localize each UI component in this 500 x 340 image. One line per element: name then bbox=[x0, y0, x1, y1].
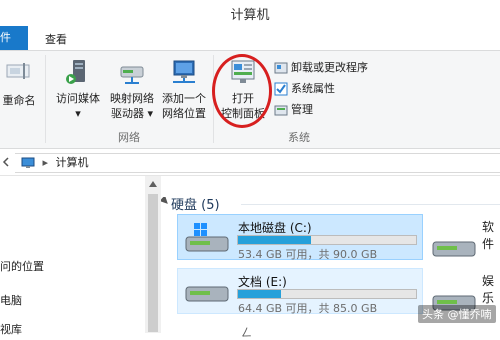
add-location-label-2: 网络位置 bbox=[162, 107, 206, 120]
manage-icon bbox=[274, 103, 288, 117]
drive-e-usage-fill bbox=[238, 290, 281, 298]
access-media-label-2: ▾ bbox=[75, 107, 81, 120]
rename-icon bbox=[6, 63, 30, 79]
breadcrumb-separator: ▸ bbox=[42, 156, 49, 169]
system-properties-button[interactable]: 系统属性 bbox=[274, 80, 335, 98]
drive-c-name: 本地磁盘 (C:) bbox=[238, 221, 312, 235]
drive-e-usage-bar bbox=[237, 289, 417, 299]
nav-scrollbar[interactable] bbox=[145, 176, 161, 333]
network-location-icon bbox=[173, 60, 195, 83]
collapse-icon[interactable] bbox=[161, 197, 169, 205]
breadcrumb-computer[interactable]: 计算机 bbox=[56, 156, 89, 169]
drive-entertainment-name[interactable]: 娱乐 bbox=[482, 272, 500, 306]
window-title: 计算机 bbox=[230, 8, 270, 23]
manage-button[interactable]: 管理 bbox=[274, 101, 313, 119]
system-group-label: 系统 bbox=[288, 131, 310, 144]
nav-item-computer[interactable]: 电脑 bbox=[0, 292, 22, 308]
partial-item-label: ㄥ bbox=[241, 326, 252, 339]
computer-icon bbox=[21, 157, 35, 169]
navigation-pane: 问的位置 电脑 视库 bbox=[0, 176, 145, 336]
uninstall-program-label: 卸载或更改程序 bbox=[291, 61, 368, 74]
programs-icon bbox=[274, 61, 288, 75]
windows-drive-icon bbox=[185, 223, 229, 252]
system-properties-label: 系统属性 bbox=[291, 82, 335, 95]
drive-e[interactable]: 文档 (E:) 64.4 GB 可用，共 85.0 GB bbox=[177, 268, 423, 315]
add-network-location-button[interactable]: 添加一个 网络位置 bbox=[158, 57, 210, 121]
drive-e-info: 64.4 GB 可用，共 85.0 GB bbox=[238, 302, 378, 315]
uninstall-program-button[interactable]: 卸载或更改程序 bbox=[274, 59, 368, 77]
section-divider bbox=[241, 204, 500, 205]
hard-drive-icon[interactable] bbox=[431, 234, 477, 260]
back-arrow-icon[interactable] bbox=[2, 157, 12, 167]
manage-label: 管理 bbox=[291, 103, 313, 116]
map-drive-label-1: 映射网络 bbox=[110, 92, 154, 105]
nav-item-network-locations[interactable]: 问的位置 bbox=[0, 258, 44, 274]
address-bar[interactable]: ▸ 计算机 bbox=[15, 153, 500, 173]
rename-label: 重命名 bbox=[2, 94, 36, 107]
scroll-up-icon[interactable] bbox=[149, 181, 157, 187]
title-bar: 计算机 bbox=[0, 0, 500, 26]
media-server-icon bbox=[66, 60, 85, 84]
scroll-thumb[interactable] bbox=[148, 194, 158, 332]
access-media-button[interactable]: 访问媒体 ▾ bbox=[52, 57, 104, 121]
map-drive-label-2: 驱动器 ▾ bbox=[110, 107, 154, 120]
map-network-drive-button[interactable]: 映射网络 驱动器 ▾ bbox=[106, 57, 158, 121]
drive-c-info: 53.4 GB 可用，共 90.0 GB bbox=[238, 248, 378, 261]
highlight-circle bbox=[212, 54, 272, 128]
add-location-label-1: 添加一个 bbox=[162, 92, 206, 105]
tab-file[interactable]: 件 bbox=[0, 26, 28, 50]
address-bar-area: ▸ 计算机 bbox=[0, 149, 500, 176]
network-group-label: 网络 bbox=[118, 131, 140, 144]
drive-software-name[interactable]: 软件 bbox=[482, 218, 500, 252]
rename-button[interactable]: 重命名 bbox=[0, 57, 38, 108]
drive-c-usage-bar bbox=[237, 235, 417, 245]
drive-c-usage-fill bbox=[238, 236, 311, 244]
ribbon-tabs: 件 查看 bbox=[0, 26, 500, 51]
tab-view[interactable]: 查看 bbox=[45, 31, 67, 47]
drive-e-name: 文档 (E:) bbox=[238, 275, 287, 289]
hard-drive-icon bbox=[185, 286, 229, 302]
checklist-icon bbox=[274, 82, 288, 96]
nav-item-video-library[interactable]: 视库 bbox=[0, 321, 22, 337]
network-drive-icon bbox=[120, 66, 144, 84]
drive-c[interactable]: 本地磁盘 (C:) 53.4 GB 可用，共 90.0 GB bbox=[177, 214, 423, 261]
access-media-label-1: 访问媒体 bbox=[56, 92, 100, 105]
watermark: 头条 @懂乔喃 bbox=[418, 305, 496, 323]
hard-drives-header[interactable]: 硬盘 (5) bbox=[171, 194, 220, 213]
group-separator bbox=[45, 55, 46, 143]
